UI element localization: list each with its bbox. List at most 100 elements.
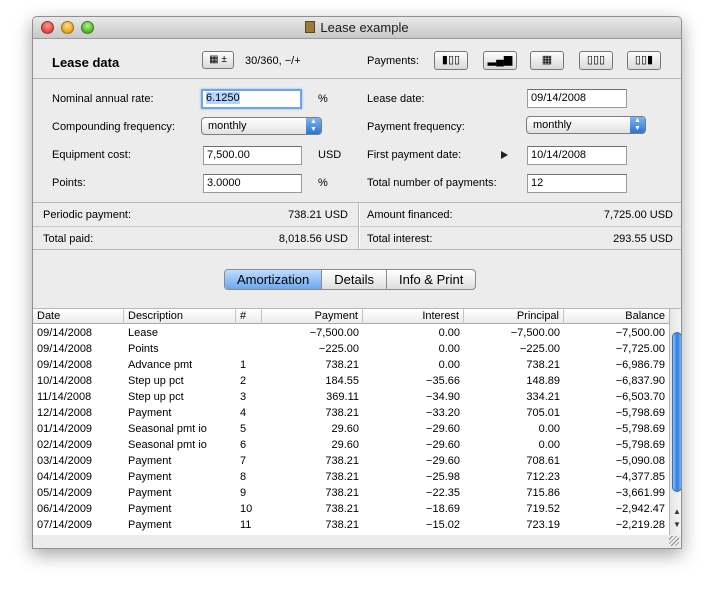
- cell-interest: 0.00: [438, 343, 460, 355]
- title-bar[interactable]: Lease example: [33, 17, 681, 39]
- summary-divider-horizontal: [33, 226, 681, 227]
- cell-description: Payment: [128, 471, 172, 483]
- payment-schedule-button-4[interactable]: ▯▯▯: [579, 51, 613, 70]
- column-header-principal[interactable]: Principal: [464, 309, 564, 324]
- table-row[interactable]: 09/14/2008 Advance pmt 1 738.21 0.00 738.21 −6…: [33, 357, 669, 373]
- disclosure-triangle-icon[interactable]: [501, 151, 508, 159]
- payment-schedule-button-5[interactable]: ▯▯▮: [627, 51, 661, 70]
- first-payment-date-value: 10/14/2008: [531, 149, 587, 161]
- compounding-label: Compounding frequency:: [52, 121, 175, 133]
- cell-payment: 738.21: [325, 407, 359, 419]
- cell-interest: −34.90: [426, 391, 460, 403]
- scroll-up-arrow-icon[interactable]: ▲: [672, 507, 681, 517]
- document-icon: [305, 21, 316, 33]
- cell-payment: 369.11: [326, 391, 359, 403]
- cell-date: 01/14/2009: [37, 423, 93, 435]
- resize-grip-icon[interactable]: [669, 536, 679, 546]
- calculator-button[interactable]: ▦ ±: [202, 51, 234, 69]
- cell-balance: −3,661.99: [615, 487, 665, 499]
- payments-label: Payments:: [367, 55, 419, 67]
- vertical-scrollbar[interactable]: ▲ ▼: [669, 309, 681, 535]
- column-header-interest[interactable]: Interest: [363, 309, 464, 324]
- table-row[interactable]: 10/14/2008 Step up pct 2 184.55 −35.66 148.89…: [33, 373, 669, 389]
- cell-payment: 738.21: [325, 519, 359, 531]
- column-header-balance[interactable]: Balance: [564, 309, 669, 324]
- total-payments-field[interactable]: 12: [527, 174, 627, 193]
- cell-date: 02/14/2009: [37, 439, 93, 451]
- tab-amortization[interactable]: Amortization: [225, 270, 323, 289]
- cell-balance: −6,986.79: [615, 359, 665, 371]
- payment-frequency-label: Payment frequency:: [367, 121, 465, 133]
- table-row[interactable]: 03/14/2009 Payment 7 738.21 −29.60 708.61 −5,0…: [33, 453, 669, 469]
- bar-chart-left-icon: ▯▯▯: [586, 54, 606, 66]
- equipment-cost-field[interactable]: 7,500.00: [203, 146, 302, 165]
- cell-principal: −7,500.00: [510, 327, 560, 339]
- segmented-tabs: Amortization Details Info & Print: [224, 269, 477, 290]
- points-field[interactable]: 3.0000: [203, 174, 302, 193]
- cell-payment: 738.21: [325, 455, 359, 467]
- compounding-select[interactable]: monthly ▲ ▼: [201, 117, 322, 135]
- cell-number: 5: [240, 423, 247, 435]
- amortization-table[interactable]: Date Description # Payment Interest Prin…: [33, 309, 681, 535]
- cell-description: Payment: [128, 407, 172, 419]
- first-payment-date-label: First payment date:: [367, 149, 462, 161]
- cell-description: Step up pct: [128, 375, 184, 387]
- section-title: Lease data: [52, 55, 120, 70]
- points-unit: %: [318, 177, 328, 189]
- cell-number: 10: [240, 503, 253, 515]
- lease-date-field[interactable]: 09/14/2008: [527, 89, 627, 108]
- first-payment-date-field[interactable]: 10/14/2008: [527, 146, 627, 165]
- cell-payment: 29.60: [331, 423, 359, 435]
- cell-date: 12/14/2008: [37, 407, 93, 419]
- tab-info-print[interactable]: Info & Print: [387, 270, 475, 289]
- cell-number: [236, 325, 262, 341]
- cell-date: 05/14/2009: [37, 487, 93, 499]
- column-header-payment[interactable]: Payment: [262, 309, 363, 324]
- cell-principal: 705.01: [526, 407, 560, 419]
- table-row[interactable]: 12/14/2008 Payment 4 738.21 −33.20 705.01 −5,7…: [33, 405, 669, 421]
- table-row[interactable]: 04/14/2009 Payment 8 738.21 −25.98 712.23 −4,3…: [33, 469, 669, 485]
- compounding-value: monthly: [208, 120, 247, 132]
- payment-schedule-button-1[interactable]: ▮▯▯: [434, 51, 468, 70]
- table-row[interactable]: 07/14/2009 Payment 11 738.21 −15.02 723.19 −2,…: [33, 517, 669, 533]
- table-row[interactable]: 09/14/2008 Lease −7,500.00 0.00 −7,500.00 −7,…: [33, 325, 669, 341]
- total-payments-label: Total number of payments:: [367, 177, 497, 189]
- cell-balance: −4,377.85: [615, 471, 665, 483]
- cell-description: Seasonal pmt io: [128, 439, 207, 451]
- cell-number: 6: [240, 439, 247, 451]
- nominal-rate-label: Nominal annual rate:: [52, 93, 154, 105]
- lease-date-value: 09/14/2008: [531, 92, 587, 104]
- payment-schedule-button-3[interactable]: ▦: [530, 51, 564, 70]
- table-row[interactable]: 11/14/2008 Step up pct 3 369.11 −34.90 334.21…: [33, 389, 669, 405]
- column-header-description[interactable]: Description: [124, 309, 236, 324]
- cell-principal: 148.89: [526, 375, 560, 387]
- cell-interest: −29.60: [426, 423, 460, 435]
- table-row[interactable]: 02/14/2009 Seasonal pmt io 6 29.60 −29.60 0.0…: [33, 437, 669, 453]
- total-payments-value: 12: [531, 177, 544, 189]
- cell-principal: 0.00: [538, 423, 560, 435]
- total-interest-label: Total interest:: [367, 233, 433, 245]
- amount-financed-value: 7,725.00 USD: [603, 209, 673, 221]
- table-row[interactable]: 06/14/2009 Payment 10 738.21 −18.69 719.52 −2,…: [33, 501, 669, 517]
- table-header: Date Description # Payment Interest Prin…: [33, 309, 669, 324]
- window-title-group: Lease example: [33, 20, 681, 35]
- cell-principal: 712.23: [526, 471, 560, 483]
- cell-description: Points: [128, 343, 159, 355]
- table-row[interactable]: 09/14/2008 Points −225.00 0.00 −225.00 −7,725…: [33, 341, 669, 357]
- table-row[interactable]: 05/14/2009 Payment 9 738.21 −22.35 715.86 −3,6…: [33, 485, 669, 501]
- nominal-rate-field[interactable]: 6.1250: [201, 89, 302, 109]
- scroll-down-arrow-icon[interactable]: ▼: [672, 520, 681, 530]
- grid-icon: ▦: [541, 54, 553, 66]
- payment-schedule-button-2[interactable]: ▂▄▆: [483, 51, 517, 70]
- cell-date: 04/14/2009: [37, 471, 93, 483]
- column-header-number[interactable]: #: [236, 309, 262, 324]
- table-row[interactable]: 01/14/2009 Seasonal pmt io 5 29.60 −29.60 0.0…: [33, 421, 669, 437]
- payment-frequency-select[interactable]: monthly ▲ ▼: [526, 116, 646, 134]
- column-header-date[interactable]: Date: [33, 309, 124, 324]
- scrollbar-thumb[interactable]: [672, 332, 681, 492]
- cell-balance: −7,500.00: [615, 327, 665, 339]
- tab-details[interactable]: Details: [322, 270, 387, 289]
- summary-panel: Periodic payment: 738.21 USD Total paid:…: [33, 202, 681, 250]
- updown-arrows-icon: ▲ ▼: [630, 117, 645, 133]
- window-title: Lease example: [320, 20, 409, 35]
